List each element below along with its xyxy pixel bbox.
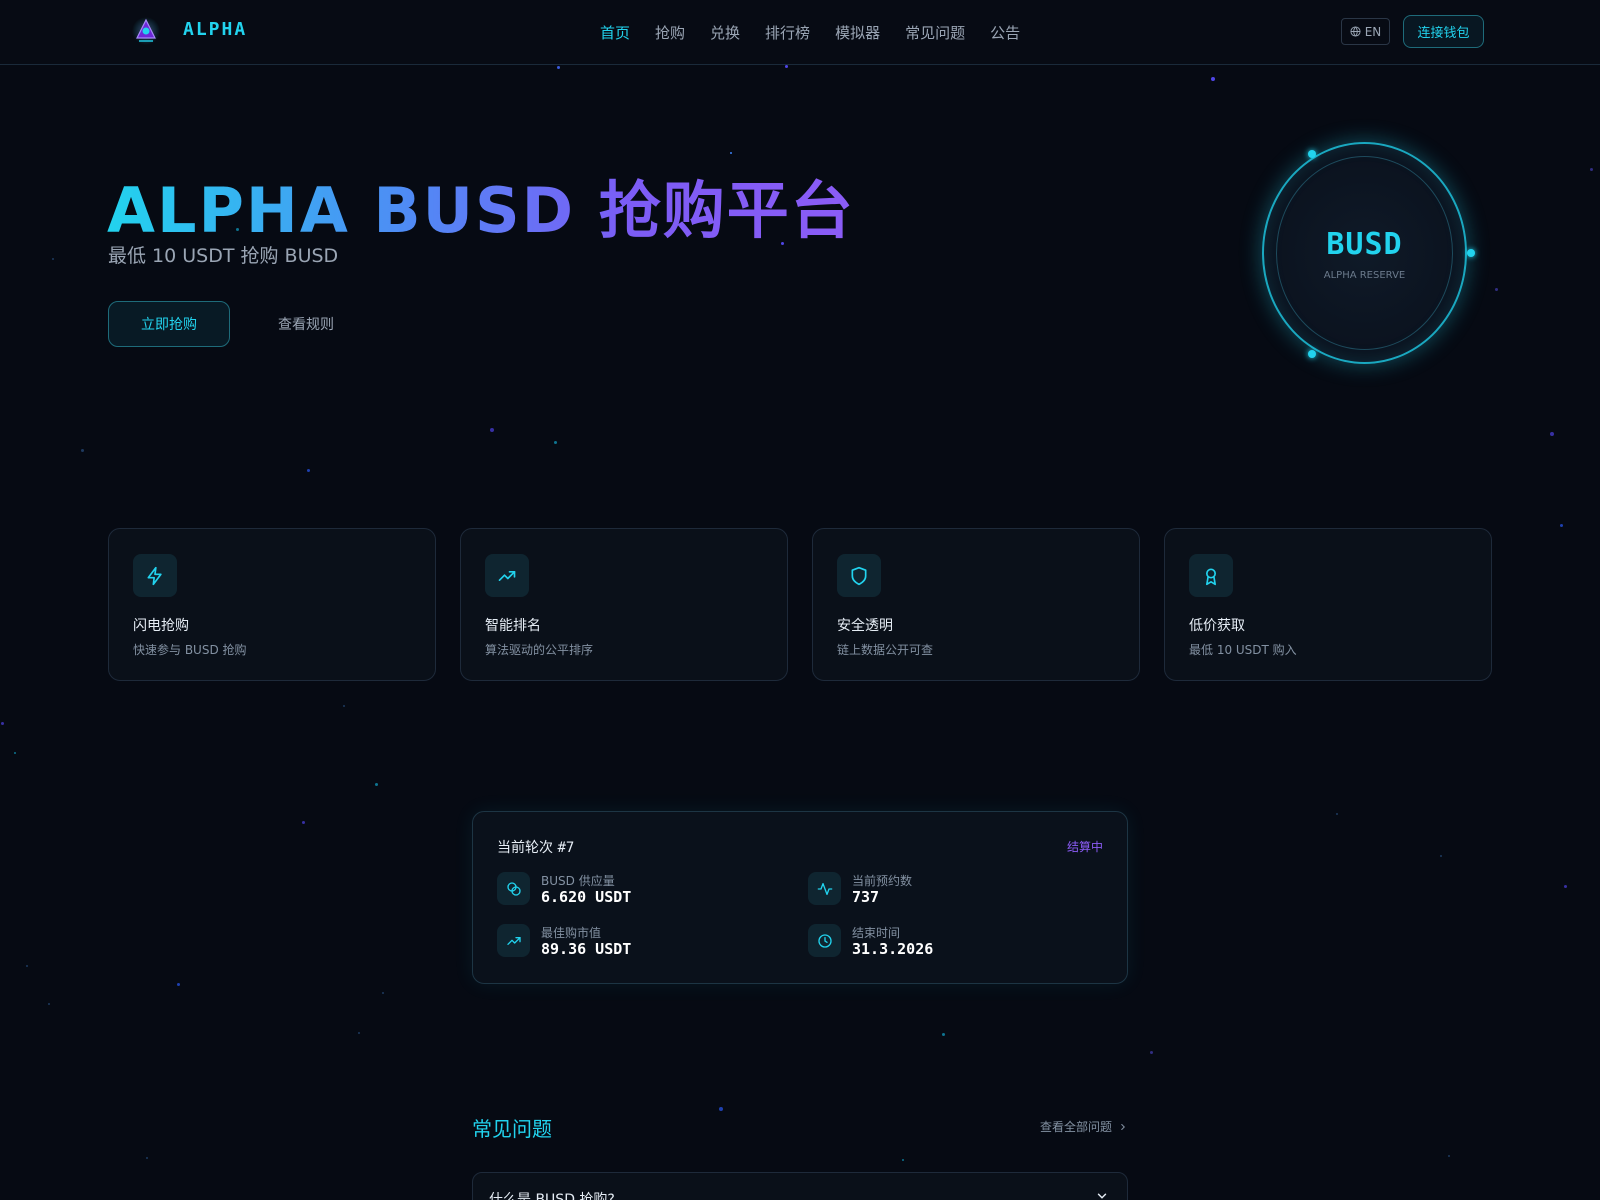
connect-wallet-button[interactable]: 连接钱包	[1403, 15, 1484, 48]
nav-item-leaderboard[interactable]: 排行榜	[765, 22, 810, 43]
stat-best-market-value: 最佳购市值 89.36 USDT	[497, 924, 777, 964]
round-title-prefix: 当前轮次	[497, 840, 558, 856]
stat-label: BUSD 供应量	[541, 874, 615, 888]
lightning-icon	[133, 554, 177, 597]
alpha-logo-icon[interactable]	[131, 16, 161, 46]
feature-title: 闪电抢购	[133, 618, 189, 634]
trending-up-icon	[497, 924, 530, 957]
coin-subtitle: ALPHA RESERVE	[1323, 270, 1406, 281]
nav-item-faq[interactable]: 常见问题	[905, 22, 965, 43]
coin-title: BUSD	[1326, 227, 1403, 262]
faq-question: 什么是 BUSD 抢购?	[489, 1192, 615, 1200]
feature-card-low-price[interactable]: 低价获取 最低 10 USDT 购入	[1164, 528, 1492, 681]
globe-icon	[1350, 26, 1361, 37]
feature-card-secure-transparent[interactable]: 安全透明 链上数据公开可查	[812, 528, 1140, 681]
clock-icon	[808, 924, 841, 957]
feature-description: 算法驱动的公平排序	[485, 643, 594, 657]
round-title: 当前轮次 #7	[497, 837, 574, 857]
feature-card-smart-ranking[interactable]: 智能排名 算法驱动的公平排序	[460, 528, 788, 681]
chevron-right-icon	[1121, 1123, 1126, 1130]
stat-end-time: 结束时间 31.3.2026	[808, 924, 1088, 964]
stat-value: 31.3.2026	[852, 940, 934, 958]
coin-orbit-dot	[1308, 350, 1316, 358]
nav-item-simulator[interactable]: 模拟器	[835, 22, 880, 43]
hero-title: ALPHA BUSD 抢购平台	[107, 160, 855, 250]
busd-coin-graphic: BUSD ALPHA RESERVE	[1262, 142, 1475, 364]
feature-card-flash-purchase[interactable]: 闪电抢购 快速参与 BUSD 抢购	[108, 528, 436, 681]
view-rules-button[interactable]: 查看规则	[258, 301, 354, 347]
coins-icon	[497, 872, 530, 905]
feature-title: 智能排名	[485, 618, 541, 634]
round-number: #7	[557, 840, 575, 856]
award-icon	[1189, 554, 1233, 597]
chevron-down-icon	[1097, 1193, 1107, 1199]
feature-description: 最低 10 USDT 购入	[1189, 643, 1297, 657]
language-label: EN	[1364, 24, 1382, 39]
feature-description: 链上数据公开可查	[837, 643, 934, 657]
stat-label: 当前预约数	[852, 874, 913, 888]
nav-item-home[interactable]: 首页	[600, 22, 630, 43]
activity-icon	[808, 872, 841, 905]
feature-title: 安全透明	[837, 618, 893, 634]
shield-icon	[837, 554, 881, 597]
stat-label: 最佳购市值	[541, 926, 602, 940]
top-navbar: ALPHA 首页 抢购 兑换 排行榜 模拟器 常见问题 公告 EN 连接钱包	[0, 0, 1600, 65]
current-round-card: 当前轮次 #7 结算中 BUSD 供应量 6.620 USDT 当前预约数 73…	[472, 811, 1128, 984]
page: ALPHA 首页 抢购 兑换 排行榜 模拟器 常见问题 公告 EN 连接钱包 A…	[0, 0, 1600, 1200]
feature-description: 快速参与 BUSD 抢购	[133, 643, 247, 657]
hero-subtitle: 最低 10 USDT 抢购 BUSD	[108, 245, 339, 267]
coin-orbit-dot	[1467, 249, 1475, 257]
coin-orbit-dot	[1308, 150, 1316, 158]
stat-value: 737	[852, 888, 880, 906]
buy-now-button[interactable]: 立即抢购	[108, 301, 230, 347]
nav-item-announcements[interactable]: 公告	[990, 22, 1020, 43]
stat-value: 89.36 USDT	[541, 940, 632, 958]
stat-busd-supply: BUSD 供应量 6.620 USDT	[497, 872, 777, 912]
language-switch-button[interactable]: EN	[1341, 18, 1390, 45]
trending-up-icon	[485, 554, 529, 597]
stat-label: 结束时间	[852, 926, 901, 940]
nav-item-purchase[interactable]: 抢购	[655, 22, 685, 43]
round-status-badge: 结算中	[1066, 840, 1103, 854]
faq-item[interactable]: 什么是 BUSD 抢购?	[472, 1172, 1128, 1200]
feature-title: 低价获取	[1189, 618, 1245, 634]
faq-section-title: 常见问题	[472, 1117, 552, 1141]
main-nav: 首页 抢购 兑换 排行榜 模拟器 常见问题 公告	[600, 22, 1045, 43]
stat-value: 6.620 USDT	[541, 888, 632, 906]
stat-reservations: 当前预约数 737	[808, 872, 1088, 912]
brand-name[interactable]: ALPHA	[183, 19, 247, 40]
view-all-faq-label: 查看全部问题	[1040, 1120, 1113, 1134]
view-all-faq-link[interactable]: 查看全部问题	[1040, 1118, 1128, 1135]
nav-item-exchange[interactable]: 兑换	[710, 22, 740, 43]
